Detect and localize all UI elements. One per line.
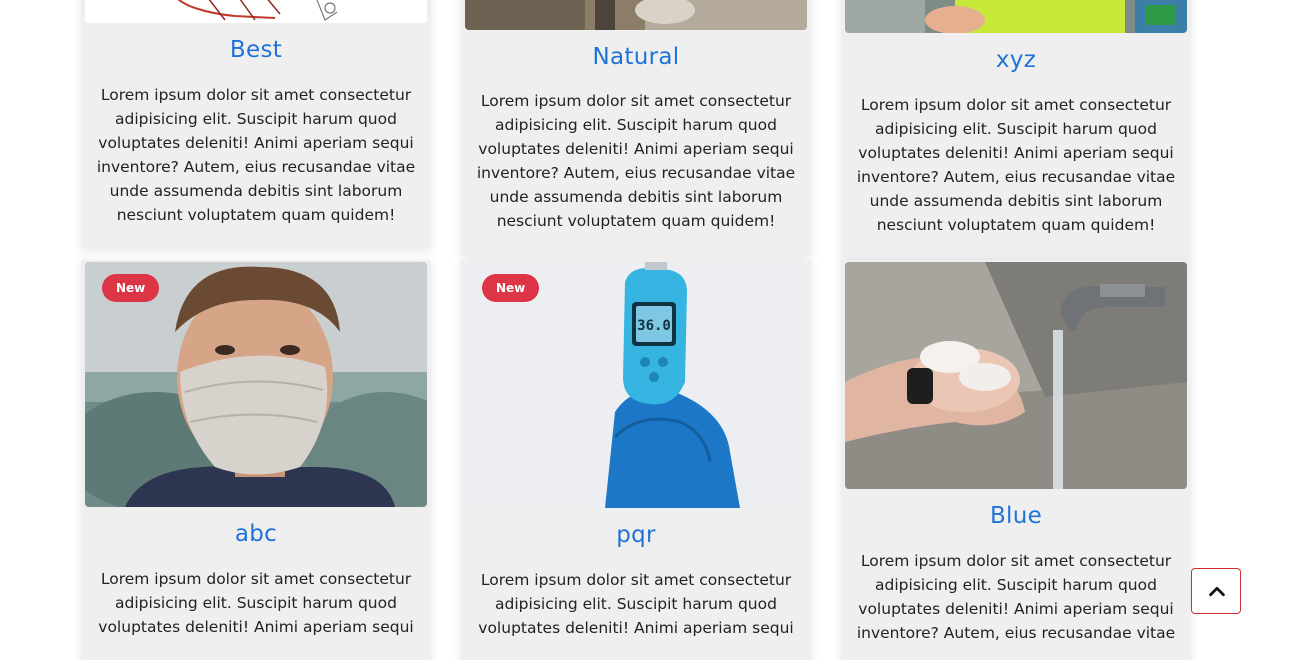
product-card-pqr: 36.0 New pqr Lorem ipsum dolor sit amet … <box>461 260 811 660</box>
svg-text:36.0: 36.0 <box>637 318 671 334</box>
card-description: Lorem ipsum dolor sit amet consectetur a… <box>856 552 1176 642</box>
hand-washing-image <box>845 262 1187 489</box>
child-image <box>845 0 1187 33</box>
new-badge: New <box>102 274 160 302</box>
product-card-best: Best Lorem ipsum dolor sit amet consecte… <box>81 0 431 248</box>
product-card-natural: Natural Lorem ipsum dolor sit amet conse… <box>461 0 811 255</box>
product-card-xyz: xyz Lorem ipsum dolor sit amet consectet… <box>841 0 1191 258</box>
scroll-to-top-button[interactable] <box>1191 568 1241 614</box>
sanitizer-image <box>465 0 807 30</box>
masked-boy-image: New <box>85 262 427 507</box>
thermometer-gun-image: 36.0 New <box>465 262 807 508</box>
card-description: Lorem ipsum dolor sit amet consectetur a… <box>856 96 1176 234</box>
card-title[interactable]: pqr <box>461 522 811 548</box>
card-title[interactable]: xyz <box>841 47 1191 73</box>
new-badge: New <box>482 274 540 302</box>
product-card-blue: Blue Lorem ipsum dolor sit amet consecte… <box>841 260 1191 660</box>
card-description: Lorem ipsum dolor sit amet consectetur a… <box>478 571 794 637</box>
sketch-image <box>85 0 427 23</box>
card-title[interactable]: Best <box>81 37 431 63</box>
product-card-abc: New abc Lorem ipsum dolor sit amet conse… <box>81 260 431 660</box>
card-description: Lorem ipsum dolor sit amet consectetur a… <box>476 92 796 230</box>
card-description: Lorem ipsum dolor sit amet consectetur a… <box>96 86 416 224</box>
card-title[interactable]: abc <box>81 521 431 547</box>
card-description: Lorem ipsum dolor sit amet consectetur a… <box>98 570 414 636</box>
chevron-up-icon <box>1209 586 1225 597</box>
card-title[interactable]: Blue <box>841 503 1191 529</box>
card-title[interactable]: Natural <box>461 44 811 70</box>
